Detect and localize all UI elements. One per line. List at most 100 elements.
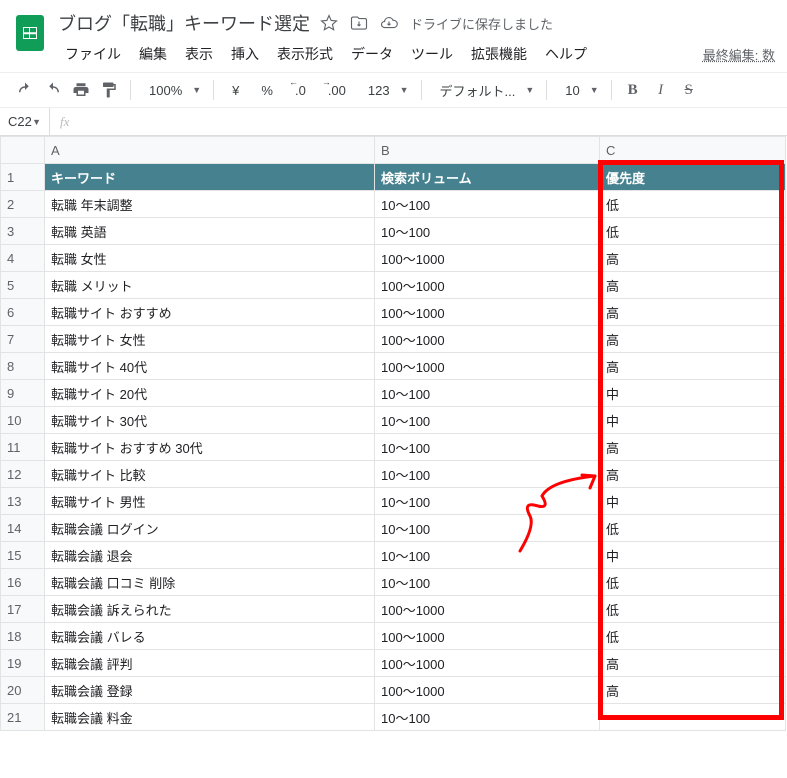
row-header[interactable]: 13 — [1, 488, 45, 515]
cell[interactable]: 中 — [600, 407, 786, 434]
row-header[interactable]: 2 — [1, 191, 45, 218]
cell[interactable]: 転職会議 料金 — [45, 704, 375, 731]
column-header-A[interactable]: A — [45, 137, 375, 164]
cell[interactable]: 10～100 — [375, 542, 600, 569]
menu-edit[interactable]: 編集 — [132, 40, 174, 68]
zoom-dropdown[interactable]: 100%▼ — [139, 83, 205, 98]
cell[interactable]: 100～1000 — [375, 299, 600, 326]
cell[interactable]: 転職 英語 — [45, 218, 375, 245]
cell[interactable]: 優先度 — [600, 164, 786, 191]
cell[interactable]: 転職会議 訴えられた — [45, 596, 375, 623]
cell[interactable]: 100～1000 — [375, 623, 600, 650]
cell[interactable]: 高 — [600, 434, 786, 461]
italic-button[interactable]: I — [648, 77, 674, 103]
row-header[interactable]: 4 — [1, 245, 45, 272]
column-header-B[interactable]: B — [375, 137, 600, 164]
cell[interactable]: 10～100 — [375, 515, 600, 542]
row-header[interactable]: 21 — [1, 704, 45, 731]
cell[interactable]: 転職会議 登録 — [45, 677, 375, 704]
row-header[interactable]: 8 — [1, 353, 45, 380]
cell[interactable]: 転職サイト 男性 — [45, 488, 375, 515]
cell[interactable]: 10～100 — [375, 434, 600, 461]
cell[interactable] — [600, 704, 786, 731]
cell[interactable]: 転職会議 口コミ 削除 — [45, 569, 375, 596]
cell[interactable]: 転職会議 退会 — [45, 542, 375, 569]
cell[interactable]: 10～100 — [375, 704, 600, 731]
cell[interactable]: 高 — [600, 245, 786, 272]
row-header[interactable]: 15 — [1, 542, 45, 569]
bold-button[interactable]: B — [620, 77, 646, 103]
percent-button[interactable]: % — [251, 77, 283, 103]
cell[interactable]: 低 — [600, 515, 786, 542]
cell[interactable]: 転職会議 評判 — [45, 650, 375, 677]
cell[interactable]: 低 — [600, 191, 786, 218]
decrease-decimal-button[interactable]: .0← — [285, 77, 316, 103]
cell[interactable]: 高 — [600, 650, 786, 677]
row-header[interactable]: 1 — [1, 164, 45, 191]
cell[interactable]: 転職 メリット — [45, 272, 375, 299]
cell[interactable]: 中 — [600, 488, 786, 515]
sheets-logo[interactable] — [12, 8, 48, 58]
font-dropdown[interactable]: デフォルト...▼ — [430, 81, 539, 100]
cell[interactable]: 高 — [600, 461, 786, 488]
cloud-icon[interactable] — [380, 14, 398, 32]
menu-extensions[interactable]: 拡張機能 — [464, 40, 534, 68]
star-icon[interactable] — [320, 14, 338, 32]
strike-button[interactable]: S — [676, 77, 702, 103]
cell[interactable]: 10～100 — [375, 191, 600, 218]
cell[interactable]: 転職サイト おすすめ — [45, 299, 375, 326]
cell[interactable]: 低 — [600, 623, 786, 650]
cell[interactable]: 10～100 — [375, 488, 600, 515]
undo-button[interactable] — [12, 77, 38, 103]
menu-format[interactable]: 表示形式 — [270, 40, 340, 68]
menu-tools[interactable]: ツール — [404, 40, 460, 68]
row-header[interactable]: 14 — [1, 515, 45, 542]
cell[interactable]: 低 — [600, 569, 786, 596]
row-header[interactable]: 11 — [1, 434, 45, 461]
cell[interactable]: 10～100 — [375, 569, 600, 596]
row-header[interactable]: 20 — [1, 677, 45, 704]
select-all-corner[interactable] — [1, 137, 45, 164]
cell[interactable]: 転職サイト 30代 — [45, 407, 375, 434]
row-header[interactable]: 18 — [1, 623, 45, 650]
menu-data[interactable]: データ — [344, 40, 400, 68]
cell[interactable]: 高 — [600, 299, 786, 326]
cell[interactable]: 転職会議 ログイン — [45, 515, 375, 542]
cell[interactable]: 10～100 — [375, 380, 600, 407]
column-header-C[interactable]: C — [600, 137, 786, 164]
currency-button[interactable]: ¥ — [222, 77, 249, 103]
cell[interactable]: 転職サイト 比較 — [45, 461, 375, 488]
formula-input[interactable] — [79, 108, 787, 135]
cell[interactable]: 転職サイト おすすめ 30代 — [45, 434, 375, 461]
cell[interactable]: 高 — [600, 677, 786, 704]
cell[interactable]: 中 — [600, 380, 786, 407]
row-header[interactable]: 7 — [1, 326, 45, 353]
row-header[interactable]: 3 — [1, 218, 45, 245]
cell[interactable]: 転職会議 バレる — [45, 623, 375, 650]
cell[interactable]: 10～100 — [375, 461, 600, 488]
cell[interactable]: 100～1000 — [375, 326, 600, 353]
row-header[interactable]: 16 — [1, 569, 45, 596]
row-header[interactable]: 17 — [1, 596, 45, 623]
cell[interactable]: 10～100 — [375, 407, 600, 434]
row-header[interactable]: 9 — [1, 380, 45, 407]
redo-button[interactable] — [40, 77, 66, 103]
cell[interactable]: 転職サイト 40代 — [45, 353, 375, 380]
font-size-dropdown[interactable]: 10▼ — [555, 83, 602, 98]
cell[interactable]: 低 — [600, 218, 786, 245]
cell[interactable]: 検索ボリューム — [375, 164, 600, 191]
cell[interactable]: 100～1000 — [375, 353, 600, 380]
cell[interactable]: キーワード — [45, 164, 375, 191]
move-icon[interactable] — [350, 14, 368, 32]
cell[interactable]: 100～1000 — [375, 650, 600, 677]
row-header[interactable]: 5 — [1, 272, 45, 299]
row-header[interactable]: 19 — [1, 650, 45, 677]
row-header[interactable]: 6 — [1, 299, 45, 326]
cell[interactable]: 転職 女性 — [45, 245, 375, 272]
number-format-dropdown[interactable]: 123▼ — [358, 83, 413, 98]
cell[interactable]: 高 — [600, 326, 786, 353]
row-header[interactable]: 10 — [1, 407, 45, 434]
cell[interactable]: 低 — [600, 596, 786, 623]
cell[interactable]: 100～1000 — [375, 272, 600, 299]
cell[interactable]: 10～100 — [375, 218, 600, 245]
